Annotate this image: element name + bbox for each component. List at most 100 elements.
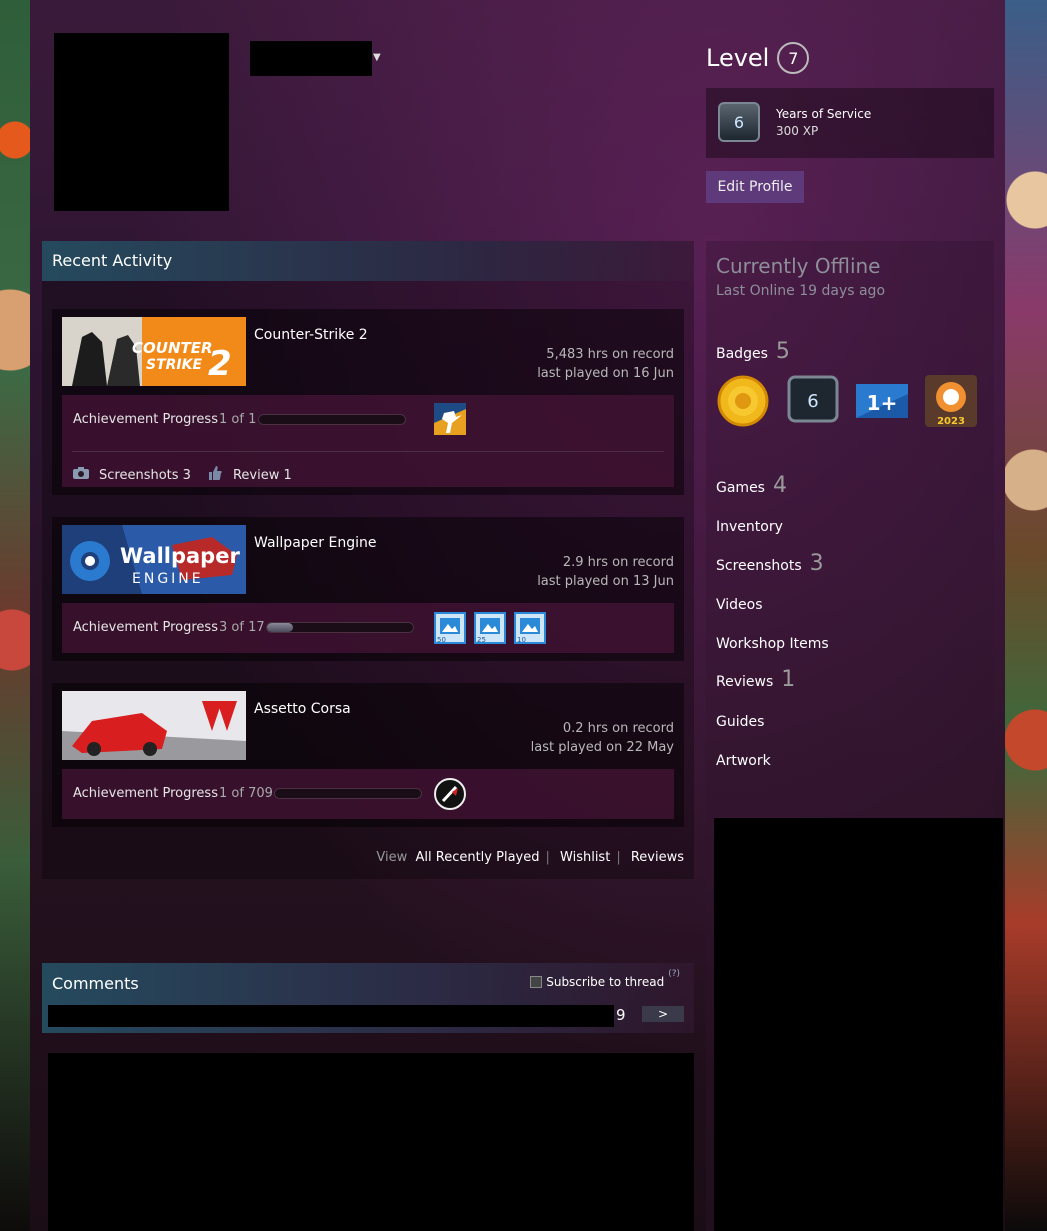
videos-label[interactable]: Videos	[716, 597, 763, 613]
persona-name-redacted	[250, 41, 372, 76]
one-plus-text: 1+	[867, 391, 898, 415]
achievement-count: 1 of 1	[219, 412, 257, 427]
artwork-link[interactable]: Artwork	[716, 753, 771, 769]
recent-activity-panel: Recent Activity COUNTER STRIKE 2 Counter…	[42, 241, 694, 879]
online-status: Currently Offline	[716, 254, 881, 278]
avatar[interactable]	[54, 33, 229, 211]
background-art-right	[1005, 0, 1047, 1231]
screenshots-link[interactable]: Screenshots 3	[716, 551, 824, 576]
badges-label[interactable]: Badges	[716, 346, 768, 362]
inventory-link[interactable]: Inventory	[716, 519, 783, 535]
screenshots-link[interactable]: Screenshots 3	[99, 468, 191, 483]
reviews-link[interactable]: Reviews	[631, 850, 684, 865]
achievement-icon-image[interactable]: 25	[474, 612, 506, 644]
background-art-left	[0, 0, 30, 1231]
subscribe-label[interactable]: Subscribe to thread	[546, 975, 664, 989]
game-extras: Screenshots 3 Review 1	[73, 465, 292, 485]
games-count: 4	[772, 473, 787, 498]
game-capsule-wallpaper-engine[interactable]: Wallpaper ENGINE	[62, 525, 246, 594]
badge-title: Years of Service	[776, 107, 872, 121]
game-entry-cs2: COUNTER STRIKE 2 Counter-Strike 2 5,483 …	[52, 309, 684, 495]
games-link[interactable]: Games 4	[716, 473, 787, 498]
next-page-button[interactable]: >	[642, 1006, 684, 1022]
game-name[interactable]: Counter-Strike 2	[254, 327, 368, 343]
divider	[72, 451, 664, 452]
help-icon[interactable]: (?)	[668, 969, 680, 979]
years-badge-number: 6	[807, 391, 818, 412]
workshop-items-label[interactable]: Workshop Items	[716, 636, 829, 652]
achievement-icon-speedometer[interactable]	[434, 778, 466, 810]
view-links: View All Recently Played | Wishlist | Revi…	[376, 850, 684, 865]
game-name[interactable]: Wallpaper Engine	[254, 535, 376, 551]
view-label: View	[376, 850, 408, 865]
level-display: Level 7	[706, 42, 810, 74]
screenshots-label[interactable]: Screenshots	[716, 558, 802, 574]
badges-link[interactable]: Badges 5	[716, 339, 790, 364]
game-last-played: last played on 16 Jun	[537, 366, 674, 381]
achievement-progress-label[interactable]: Achievement Progress	[73, 786, 218, 801]
subscribe-to-thread[interactable]: Subscribe to thread (?)	[530, 969, 680, 989]
comments-redacted	[48, 1053, 694, 1231]
game-name[interactable]: Assetto Corsa	[254, 701, 351, 717]
artwork-label[interactable]: Artwork	[716, 753, 771, 769]
achievement-icon-number: 25	[477, 636, 486, 644]
videos-link[interactable]: Videos	[716, 597, 763, 613]
achievement-progress-bar	[274, 788, 422, 799]
favorite-badge[interactable]: 6 Years of Service 300 XP	[706, 88, 994, 158]
achievement-progress-label[interactable]: Achievement Progress	[73, 620, 218, 635]
game-hours: 5,483 hrs on record	[546, 347, 674, 362]
achievement-icon-image[interactable]: 10	[514, 612, 546, 644]
camera-icon	[73, 467, 89, 483]
game-hours: 0.2 hrs on record	[562, 721, 674, 736]
profile-page: ▼ Level 7 6 Years of Service 300 XP Edit…	[30, 0, 1005, 1231]
game-capsule-cs2[interactable]: COUNTER STRIKE 2	[62, 317, 246, 386]
last-online: Last Online 19 days ago	[716, 283, 886, 299]
year-2023-text: 2023	[937, 416, 965, 427]
cs2-logo-text: COUNTER	[132, 339, 213, 357]
achievement-count: 1 of 709	[219, 786, 273, 801]
steam-2023-badge-icon[interactable]: 2023	[924, 374, 978, 428]
inventory-label[interactable]: Inventory	[716, 519, 783, 535]
recent-activity-title: Recent Activity	[42, 241, 694, 281]
achievement-section: Achievement Progress 1 of 1 Screenshots …	[62, 395, 674, 487]
all-recently-played-link[interactable]: All Recently Played	[416, 850, 540, 865]
name-history-dropdown-icon[interactable]: ▼	[373, 52, 381, 63]
achievement-progress-fill	[267, 623, 294, 632]
screenshots-count: 3	[809, 551, 824, 576]
reviews-label[interactable]: Reviews	[716, 674, 773, 690]
one-plus-badge-icon[interactable]: 1+	[854, 374, 908, 428]
svg-text:STRIKE: STRIKE	[146, 357, 202, 373]
game-capsule-assetto-corsa[interactable]	[62, 691, 246, 760]
comments-panel: Comments Subscribe to thread (?) 9 >	[42, 963, 694, 1231]
achievement-progress-label[interactable]: Achievement Progress	[73, 412, 218, 427]
reviews-link-sidebar[interactable]: Reviews 1	[716, 667, 795, 692]
subscribe-checkbox[interactable]	[530, 976, 543, 988]
achievement-count: 3 of 17	[219, 620, 265, 635]
comment-pagination-redacted	[48, 1005, 614, 1027]
achievement-progress-bar	[266, 622, 414, 633]
achievement-icon-number: 10	[517, 636, 526, 644]
achievement-icon-number: 50	[437, 636, 446, 644]
game-last-played: last played on 13 Jun	[537, 574, 674, 589]
page-number[interactable]: 9	[616, 1006, 626, 1024]
reviews-count: 1	[781, 667, 796, 692]
badges-count: 5	[775, 339, 790, 364]
comments-title: Comments	[52, 974, 139, 993]
achievement-icon-image[interactable]: 50	[434, 612, 466, 644]
guides-link[interactable]: Guides	[716, 714, 764, 730]
level-circle[interactable]: 7	[777, 42, 810, 74]
sidebar-redacted	[714, 818, 1003, 1231]
edit-profile-button[interactable]: Edit Profile	[706, 171, 804, 203]
game-entry-wallpaper-engine: Wallpaper ENGINE Wallpaper Engine 2.9 hr…	[52, 517, 684, 661]
comments-header: Comments Subscribe to thread (?) 9 >	[42, 963, 694, 1033]
level-label: Level	[706, 44, 770, 72]
coin-badge-icon[interactable]	[716, 374, 770, 428]
wishlist-link[interactable]: Wishlist	[560, 850, 610, 865]
thumbs-up-icon	[207, 465, 223, 485]
games-label[interactable]: Games	[716, 480, 765, 496]
years-of-service-badge-icon[interactable]: 6	[786, 374, 840, 428]
achievement-icon-cs[interactable]	[434, 403, 466, 435]
review-link[interactable]: Review 1	[233, 468, 292, 483]
guides-label[interactable]: Guides	[716, 714, 764, 730]
workshop-items-link[interactable]: Workshop Items	[716, 636, 829, 652]
